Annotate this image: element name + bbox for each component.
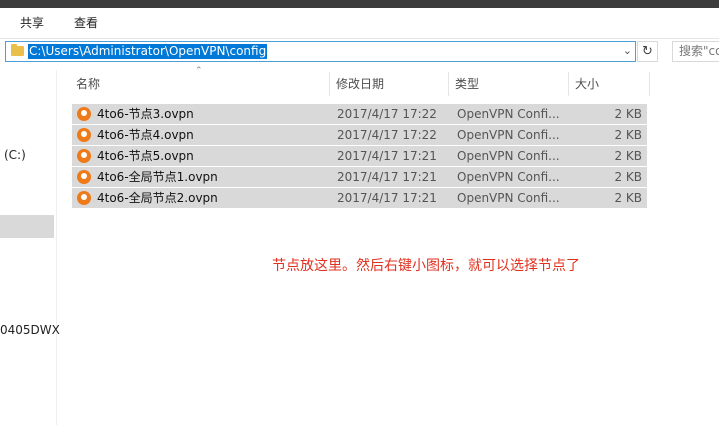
search-input[interactable]: 搜索"co	[672, 41, 719, 62]
file-size: 2 KB	[614, 107, 642, 121]
address-path[interactable]: C:\Users\Administrator\OpenVPN\config	[28, 44, 268, 59]
openvpn-file-icon	[77, 149, 91, 163]
openvpn-file-icon	[77, 128, 91, 142]
folder-icon	[11, 44, 24, 56]
column-header-name[interactable]: 名称	[76, 70, 100, 98]
file-name: 4to6-全局节点1.ovpn	[97, 170, 218, 184]
file-modified: 2017/4/17 17:21	[337, 149, 437, 163]
file-modified: 2017/4/17 17:21	[337, 191, 437, 205]
chevron-down-icon[interactable]: ⌄	[623, 44, 632, 57]
file-row[interactable]: 4to6-节点3.ovpn 2017/4/17 17:22 OpenVPN Co…	[72, 104, 647, 124]
file-name: 4to6-全局节点2.ovpn	[97, 191, 218, 205]
column-header-modified[interactable]: 修改日期	[336, 70, 384, 98]
refresh-button[interactable]: ↻	[637, 41, 658, 62]
file-row[interactable]: 4to6-节点5.ovpn 2017/4/17 17:21 OpenVPN Co…	[72, 146, 647, 166]
openvpn-file-icon	[77, 107, 91, 121]
column-header-size[interactable]: 大小	[575, 70, 599, 98]
openvpn-file-icon	[77, 191, 91, 205]
file-type: OpenVPN Confi...	[457, 107, 560, 121]
file-type: OpenVPN Confi...	[457, 170, 560, 184]
file-name: 4to6-节点5.ovpn	[97, 149, 194, 163]
navigation-pane: (C:) 0405DWX	[0, 70, 60, 425]
file-row[interactable]: 4to6-节点4.ovpn 2017/4/17 17:22 OpenVPN Co…	[72, 125, 647, 145]
file-size: 2 KB	[614, 170, 642, 184]
file-modified: 2017/4/17 17:21	[337, 170, 437, 184]
openvpn-file-icon	[77, 170, 91, 184]
title-bar	[0, 0, 719, 8]
refresh-icon: ↻	[642, 44, 653, 59]
file-name: 4to6-节点3.ovpn	[97, 107, 194, 121]
file-modified: 2017/4/17 17:22	[337, 107, 437, 121]
file-name: 4to6-节点4.ovpn	[97, 128, 194, 142]
ribbon-tab-view[interactable]: 查看	[74, 14, 98, 31]
file-type: OpenVPN Confi...	[457, 149, 560, 163]
nav-item-selected[interactable]	[0, 215, 54, 238]
nav-item-drive-c[interactable]: (C:)	[4, 148, 26, 162]
column-header: 名称 修改日期 类型 大小	[72, 70, 652, 98]
file-row[interactable]: 4to6-全局节点1.ovpn 2017/4/17 17:21 OpenVPN …	[72, 167, 647, 187]
file-type: OpenVPN Confi...	[457, 128, 560, 142]
file-type: OpenVPN Confi...	[457, 191, 560, 205]
file-size: 2 KB	[614, 191, 642, 205]
ribbon-tab-share[interactable]: 共享	[20, 14, 44, 31]
file-row[interactable]: 4to6-全局节点2.ovpn 2017/4/17 17:21 OpenVPN …	[72, 188, 647, 208]
file-size: 2 KB	[614, 149, 642, 163]
ribbon: 共享 查看	[0, 8, 719, 39]
address-bar[interactable]: C:\Users\Administrator\OpenVPN\config ⌄	[5, 41, 636, 62]
file-size: 2 KB	[614, 128, 642, 142]
annotation-note: 节点放这里。然后右键小图标，就可以选择节点了	[272, 258, 580, 274]
nav-item-device[interactable]: 0405DWX	[0, 323, 60, 337]
column-header-type[interactable]: 类型	[455, 70, 479, 98]
file-modified: 2017/4/17 17:22	[337, 128, 437, 142]
